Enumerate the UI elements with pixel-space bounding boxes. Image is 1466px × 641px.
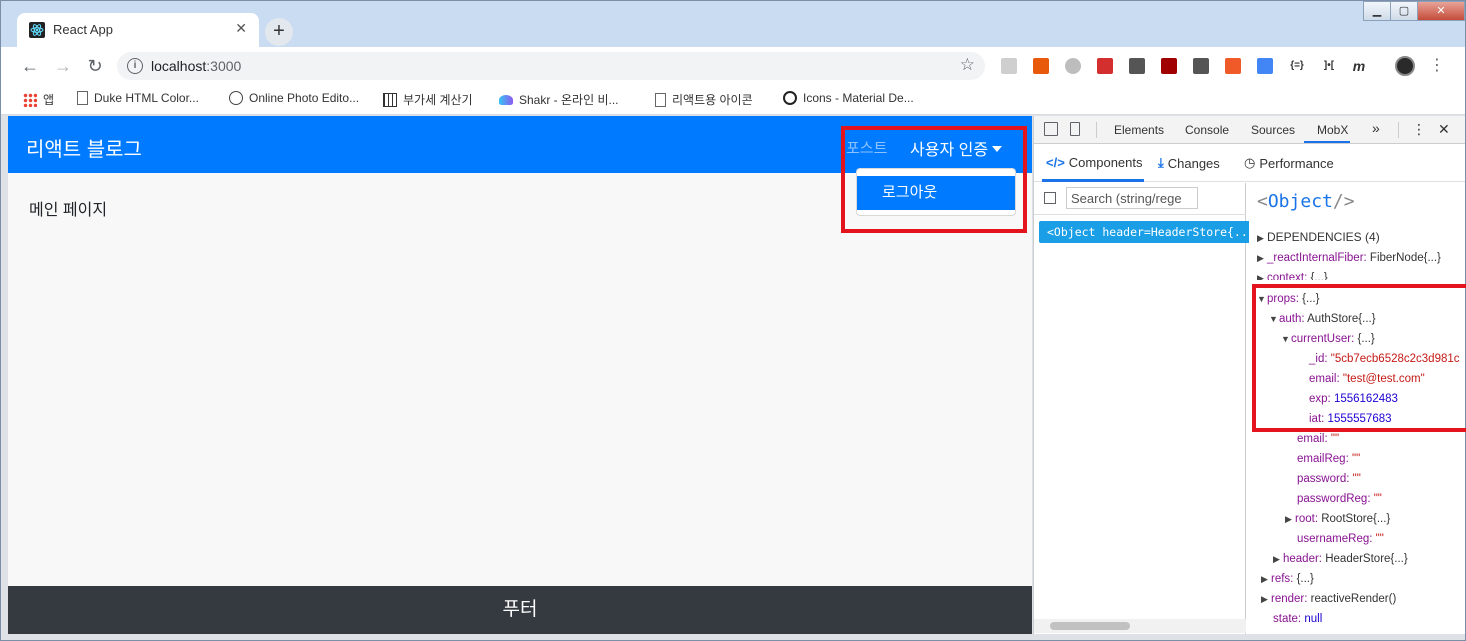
bookmark-apps[interactable]: 앱 bbox=[23, 91, 54, 108]
back-icon[interactable]: ← bbox=[19, 55, 41, 77]
search-row bbox=[1034, 183, 1246, 215]
tab-mobx[interactable]: MobX bbox=[1317, 123, 1348, 137]
tab-elements[interactable]: Elements bbox=[1114, 123, 1164, 137]
active-mobx-tab-indicator bbox=[1042, 179, 1144, 182]
bookmark-item[interactable]: 부가세 계산기 bbox=[383, 91, 473, 108]
prop-row: emailReg: "" bbox=[1297, 453, 1361, 465]
mobx-tab-performance[interactable]: ◷ Performance bbox=[1244, 155, 1334, 171]
bookmarks-bar: 앱 Duke HTML Color... Online Photo Edito.… bbox=[1, 85, 1465, 115]
component-tree-pane: <Object header=HeaderStore{... bbox=[1034, 183, 1249, 634]
bookmark-item[interactable]: Shakr - 온라인 비... bbox=[499, 91, 619, 108]
tab-console[interactable]: Console bbox=[1185, 123, 1229, 137]
mobx-tab-changes[interactable]: ⤓ Changes bbox=[1158, 155, 1220, 171]
photo-editor-icon bbox=[229, 91, 243, 105]
browser-tab[interactable]: React App ✕ bbox=[17, 13, 259, 47]
react-icon bbox=[29, 22, 45, 38]
minimize-button[interactable]: ▁ bbox=[1363, 1, 1391, 21]
prop-row: password: "" bbox=[1297, 473, 1361, 485]
dependencies-toggle[interactable]: ▶ DEPENDENCIES (4) bbox=[1257, 230, 1380, 244]
tab-sources[interactable]: Sources bbox=[1251, 123, 1295, 137]
scrollbar-thumb[interactable] bbox=[1050, 622, 1130, 630]
device-toolbar-icon[interactable] bbox=[1070, 122, 1080, 136]
app-footer: 푸터 bbox=[8, 586, 1032, 634]
close-window-button[interactable]: ✕ bbox=[1417, 1, 1465, 21]
prop-row[interactable]: ▶ root: RootStore{...} bbox=[1285, 513, 1390, 525]
extension-icon[interactable] bbox=[1225, 58, 1241, 74]
profile-avatar[interactable] bbox=[1395, 56, 1415, 76]
prop-row: usernameReg: "" bbox=[1297, 533, 1384, 545]
browser-toolbar: ← → ↻ i localhost:3000 ☆ {=} ]•[ m ⋮ bbox=[1, 47, 1465, 85]
tab-close-icon[interactable]: ✕ bbox=[235, 20, 247, 37]
extension-icon[interactable]: ]•[ bbox=[1319, 58, 1339, 74]
devtools-tabbar: Elements Console Sources MobX » ⋮ ✕ bbox=[1034, 116, 1465, 144]
bookmark-item[interactable]: Icons - Material De... bbox=[783, 91, 914, 105]
object-title: <Object/> bbox=[1257, 191, 1355, 212]
prop-row[interactable]: ▶ refs: {...} bbox=[1261, 573, 1314, 585]
bookmark-item[interactable]: Online Photo Edito... bbox=[229, 91, 359, 105]
bookmark-item[interactable]: 리액트용 아이콘 bbox=[655, 91, 753, 108]
maximize-button[interactable]: ▢ bbox=[1390, 1, 1418, 21]
more-tabs-icon[interactable]: » bbox=[1372, 120, 1380, 136]
search-input[interactable] bbox=[1066, 187, 1198, 209]
prop-row: email: "" bbox=[1297, 433, 1340, 445]
prop-row[interactable]: ▶ render: reactiveRender() bbox=[1261, 593, 1396, 605]
horizontal-scrollbar[interactable] bbox=[1034, 619, 1246, 633]
reload-icon[interactable]: ↻ bbox=[84, 55, 106, 77]
prop-row: state: null bbox=[1273, 613, 1323, 625]
devtools-menu-icon[interactable]: ⋮ bbox=[1412, 121, 1426, 138]
page-icon bbox=[77, 91, 88, 105]
tab-strip: React App ✕ + ▁ ▢ ✕ bbox=[1, 1, 1465, 47]
prop-row[interactable]: ▶ _reactInternalFiber: FiberNode{...} bbox=[1257, 252, 1441, 264]
address-bar[interactable]: i localhost:3000 ☆ bbox=[117, 52, 985, 80]
material-icon bbox=[783, 91, 797, 105]
extension-icon[interactable] bbox=[1001, 58, 1017, 74]
translate-icon[interactable] bbox=[1257, 58, 1273, 74]
extension-icon[interactable] bbox=[1097, 58, 1113, 74]
app-brand[interactable]: 리액트 블로그 bbox=[26, 133, 142, 162]
extension-icon[interactable] bbox=[1033, 58, 1049, 74]
active-tab-indicator bbox=[1304, 141, 1350, 143]
url-text: localhost:3000 bbox=[151, 58, 242, 74]
prop-row[interactable]: ▶ header: HeaderStore{...} bbox=[1273, 553, 1408, 565]
extension-icon[interactable] bbox=[1065, 58, 1081, 74]
site-info-icon[interactable]: i bbox=[127, 58, 143, 74]
prop-row[interactable]: ▶ context: {...} bbox=[1257, 272, 1328, 280]
shakr-icon bbox=[499, 94, 513, 105]
main-page-text: 메인 페이지 bbox=[29, 202, 108, 219]
tab-title: React App bbox=[53, 22, 113, 37]
prop-row: passwordReg: "" bbox=[1297, 493, 1382, 505]
mobx-tab-components[interactable]: </> Components bbox=[1046, 155, 1143, 170]
devtools-close-icon[interactable]: ✕ bbox=[1438, 121, 1450, 138]
inspect-element-icon[interactable] bbox=[1044, 122, 1058, 136]
download-icon: ⤓ bbox=[1158, 155, 1164, 170]
divider bbox=[1398, 122, 1399, 138]
highlight-box bbox=[841, 126, 1027, 233]
apps-grid-icon bbox=[23, 92, 37, 107]
new-tab-button[interactable]: + bbox=[265, 18, 293, 46]
code-icon: </> bbox=[1046, 155, 1065, 170]
extension-icon[interactable] bbox=[1193, 58, 1209, 74]
divider bbox=[1096, 122, 1097, 138]
extension-icon[interactable]: m bbox=[1351, 58, 1367, 74]
mobx-tabbar: </> Components ⤓ Changes ◷ Performance bbox=[1034, 144, 1465, 182]
forward-icon[interactable]: → bbox=[52, 55, 74, 77]
bookmark-star-icon[interactable]: ☆ bbox=[960, 55, 975, 75]
tree-node-selected[interactable]: <Object header=HeaderStore{... bbox=[1039, 221, 1249, 243]
highlight-box bbox=[1252, 284, 1466, 432]
stopwatch-icon: ◷ bbox=[1244, 155, 1256, 170]
bookmark-item[interactable]: Duke HTML Color... bbox=[77, 91, 199, 105]
page-icon bbox=[655, 92, 666, 107]
json-extension-icon[interactable]: {=} bbox=[1285, 58, 1309, 74]
window-controls: ▁ ▢ ✕ bbox=[1363, 1, 1465, 21]
calculator-icon bbox=[383, 92, 397, 107]
browser-window: React App ✕ + ▁ ▢ ✕ ← → ↻ i localhost:30… bbox=[0, 0, 1466, 641]
more-menu-icon[interactable]: ⋮ bbox=[1429, 55, 1445, 77]
pick-component-icon[interactable] bbox=[1044, 192, 1056, 204]
extension-icon[interactable] bbox=[1129, 58, 1145, 74]
ublock-icon[interactable] bbox=[1161, 58, 1177, 74]
